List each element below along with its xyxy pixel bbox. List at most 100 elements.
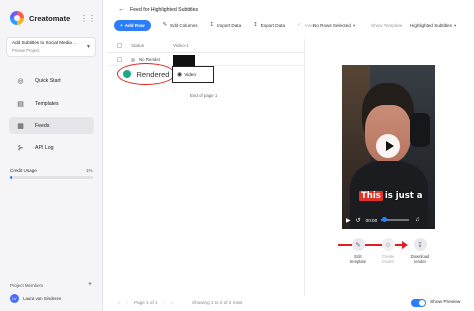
column-header-video: Video-1 (173, 43, 189, 48)
feed-table: Status Video-1 No Render Rendered ◉ Vide… (108, 39, 304, 85)
project-subtitle: Private Project (12, 48, 40, 53)
table-header: Status Video-1 (108, 39, 304, 53)
show-preview-toggle[interactable] (411, 299, 426, 307)
preview-microphone (410, 113, 430, 147)
sidebar-item-feeds[interactable]: ▦ Feeds (9, 117, 94, 134)
chevron-down-icon: ▼ (352, 23, 357, 28)
video-time: 00:00 (365, 217, 378, 223)
replay-icon[interactable]: ↺ (356, 217, 361, 224)
download-icon: ↧ (413, 238, 427, 251)
add-row-label: Add Row (124, 22, 145, 28)
credit-usage-fill (10, 176, 12, 179)
show-preview-label: Show Preview (430, 300, 461, 305)
brand[interactable]: Creatomate (10, 11, 70, 25)
brand-name: Creatomate (29, 13, 71, 23)
edit-icon: ✎ (162, 22, 168, 28)
sidebar-item-label: Quick Start (35, 77, 61, 84)
export-data-label: Export Data (260, 22, 286, 28)
video-progress-track[interactable] (381, 217, 410, 222)
page-title: Feed for Highlighted Subtitles (130, 6, 199, 13)
last-page-icon[interactable]: » (171, 300, 174, 305)
video-controls: ▶ ↺ 00:00 ♫ (346, 215, 431, 225)
action-label: Download render (402, 254, 438, 264)
template-dropdown[interactable]: Highlighted Subtitles ▼ (410, 23, 457, 28)
video-cell[interactable]: ◉ Video (172, 66, 214, 83)
import-icon: ↧ (209, 22, 215, 28)
project-selector[interactable]: Add Subtitles to Social Media ... Privat… (6, 37, 96, 57)
project-title: Add Subtitles to Social Media ... (12, 40, 77, 45)
next-page-icon[interactable]: › (164, 300, 166, 305)
play-button[interactable] (376, 134, 400, 158)
member-name: Laura van Sinderen (23, 296, 62, 301)
import-data-button[interactable]: ↧ Import Data (210, 22, 242, 28)
member-item[interactable]: LV Laura van Sinderen (10, 294, 61, 303)
export-data-button[interactable]: ↥ Export Data (253, 22, 285, 28)
action-label: Create render (370, 254, 406, 264)
sidebar-item-api-log[interactable]: ⊱ API Log (9, 139, 94, 156)
view-button[interactable]: ✓ View (297, 22, 314, 28)
divider (304, 39, 305, 296)
show-template-label: Show Template (371, 23, 403, 28)
rows-selected-dropdown[interactable]: No Rows Selected ▼ (313, 23, 356, 28)
import-data-label: Import Data (217, 22, 242, 28)
chevron-down-icon: ▼ (453, 23, 458, 28)
status-cell-highlighted: Rendered (117, 63, 175, 85)
back-arrow-icon[interactable]: ← (118, 6, 125, 13)
action-label-line: template (349, 259, 367, 265)
project-members-label: Project Members (10, 283, 44, 288)
app-window: Creatomate ⋮⋮ Add Subtitles to Social Me… (0, 0, 474, 311)
page-indicator: Page 1 of 1 (134, 300, 158, 305)
edit-columns-button[interactable]: ✎ Edit Columns (163, 22, 198, 28)
add-member-icon[interactable]: + (88, 281, 92, 288)
footer-bar: « ‹ Page 1 of 1 › » Showing 1 to 2 of 2 … (108, 296, 470, 311)
video-subtitle: This is just a (359, 191, 423, 201)
render-icon: ⚙ (381, 238, 395, 251)
check-icon: ✓ (297, 22, 302, 28)
status-text: No Render (139, 57, 161, 62)
download-render-button[interactable]: ↧ Download render (402, 238, 438, 264)
chevron-down-icon: ▼ (86, 44, 91, 50)
edit-columns-label: Edit Columns (170, 22, 198, 28)
video-preview[interactable]: This is just a ▶ ↺ 00:00 ♫ (342, 65, 435, 229)
play-icon[interactable]: ▶ (346, 217, 351, 224)
creatomate-logo-icon (10, 11, 24, 25)
avatar: LV (10, 294, 19, 303)
video-label: Video (184, 72, 196, 77)
volume-icon[interactable]: ♫ (415, 217, 420, 223)
edit-icon: ✎ (351, 238, 365, 251)
sidebar-item-templates[interactable]: ▤ Templates (9, 95, 94, 112)
end-of-page-text: End of page 1 (190, 93, 218, 98)
share-icon: ⊱ (17, 144, 24, 152)
play-circle-icon: ◎ (17, 77, 24, 85)
template-name: Highlighted Subtitles (410, 23, 452, 28)
table-row[interactable]: Rendered ◉ Video (108, 63, 304, 85)
collapse-sidebar-icon[interactable]: ⋮⋮ (80, 14, 96, 23)
feeds-icon: ▦ (17, 122, 24, 130)
add-row-button[interactable]: + Add Row (114, 19, 151, 31)
action-label-line: render (381, 259, 395, 265)
sidebar-item-quick-start[interactable]: ◎ Quick Start (9, 72, 94, 89)
sidebar-item-label: Templates (35, 100, 59, 107)
previous-page-icon[interactable]: ‹ (127, 300, 129, 305)
subtitle-text: is just a (384, 191, 423, 201)
subtitle-highlight: This (359, 191, 383, 201)
sidebar: Creatomate ⋮⋮ Add Subtitles to Social Me… (0, 0, 103, 311)
create-render-button[interactable]: ⚙ Create render (370, 238, 406, 264)
row-checkbox[interactable] (117, 57, 122, 62)
select-all-checkbox[interactable] (117, 43, 122, 48)
sidebar-item-label: API Log (35, 144, 54, 151)
status-dot (131, 57, 135, 62)
plus-icon: + (120, 22, 123, 28)
first-page-icon[interactable]: « (118, 300, 121, 305)
status-text: Rendered (136, 69, 170, 79)
credit-usage-percent: 1% (86, 168, 93, 173)
breadcrumb: ← Feed for Highlighted Subtitles (118, 6, 198, 13)
status-dot (122, 70, 131, 78)
credit-usage-label: Credit Usage (10, 168, 37, 173)
credit-usage-bar (10, 176, 93, 179)
video-progress-handle[interactable] (381, 217, 387, 222)
templates-icon: ▤ (17, 100, 24, 108)
action-label-line: render (413, 259, 427, 265)
rows-selected-label: No Rows Selected (313, 23, 351, 28)
column-header-status: Status (131, 43, 145, 48)
